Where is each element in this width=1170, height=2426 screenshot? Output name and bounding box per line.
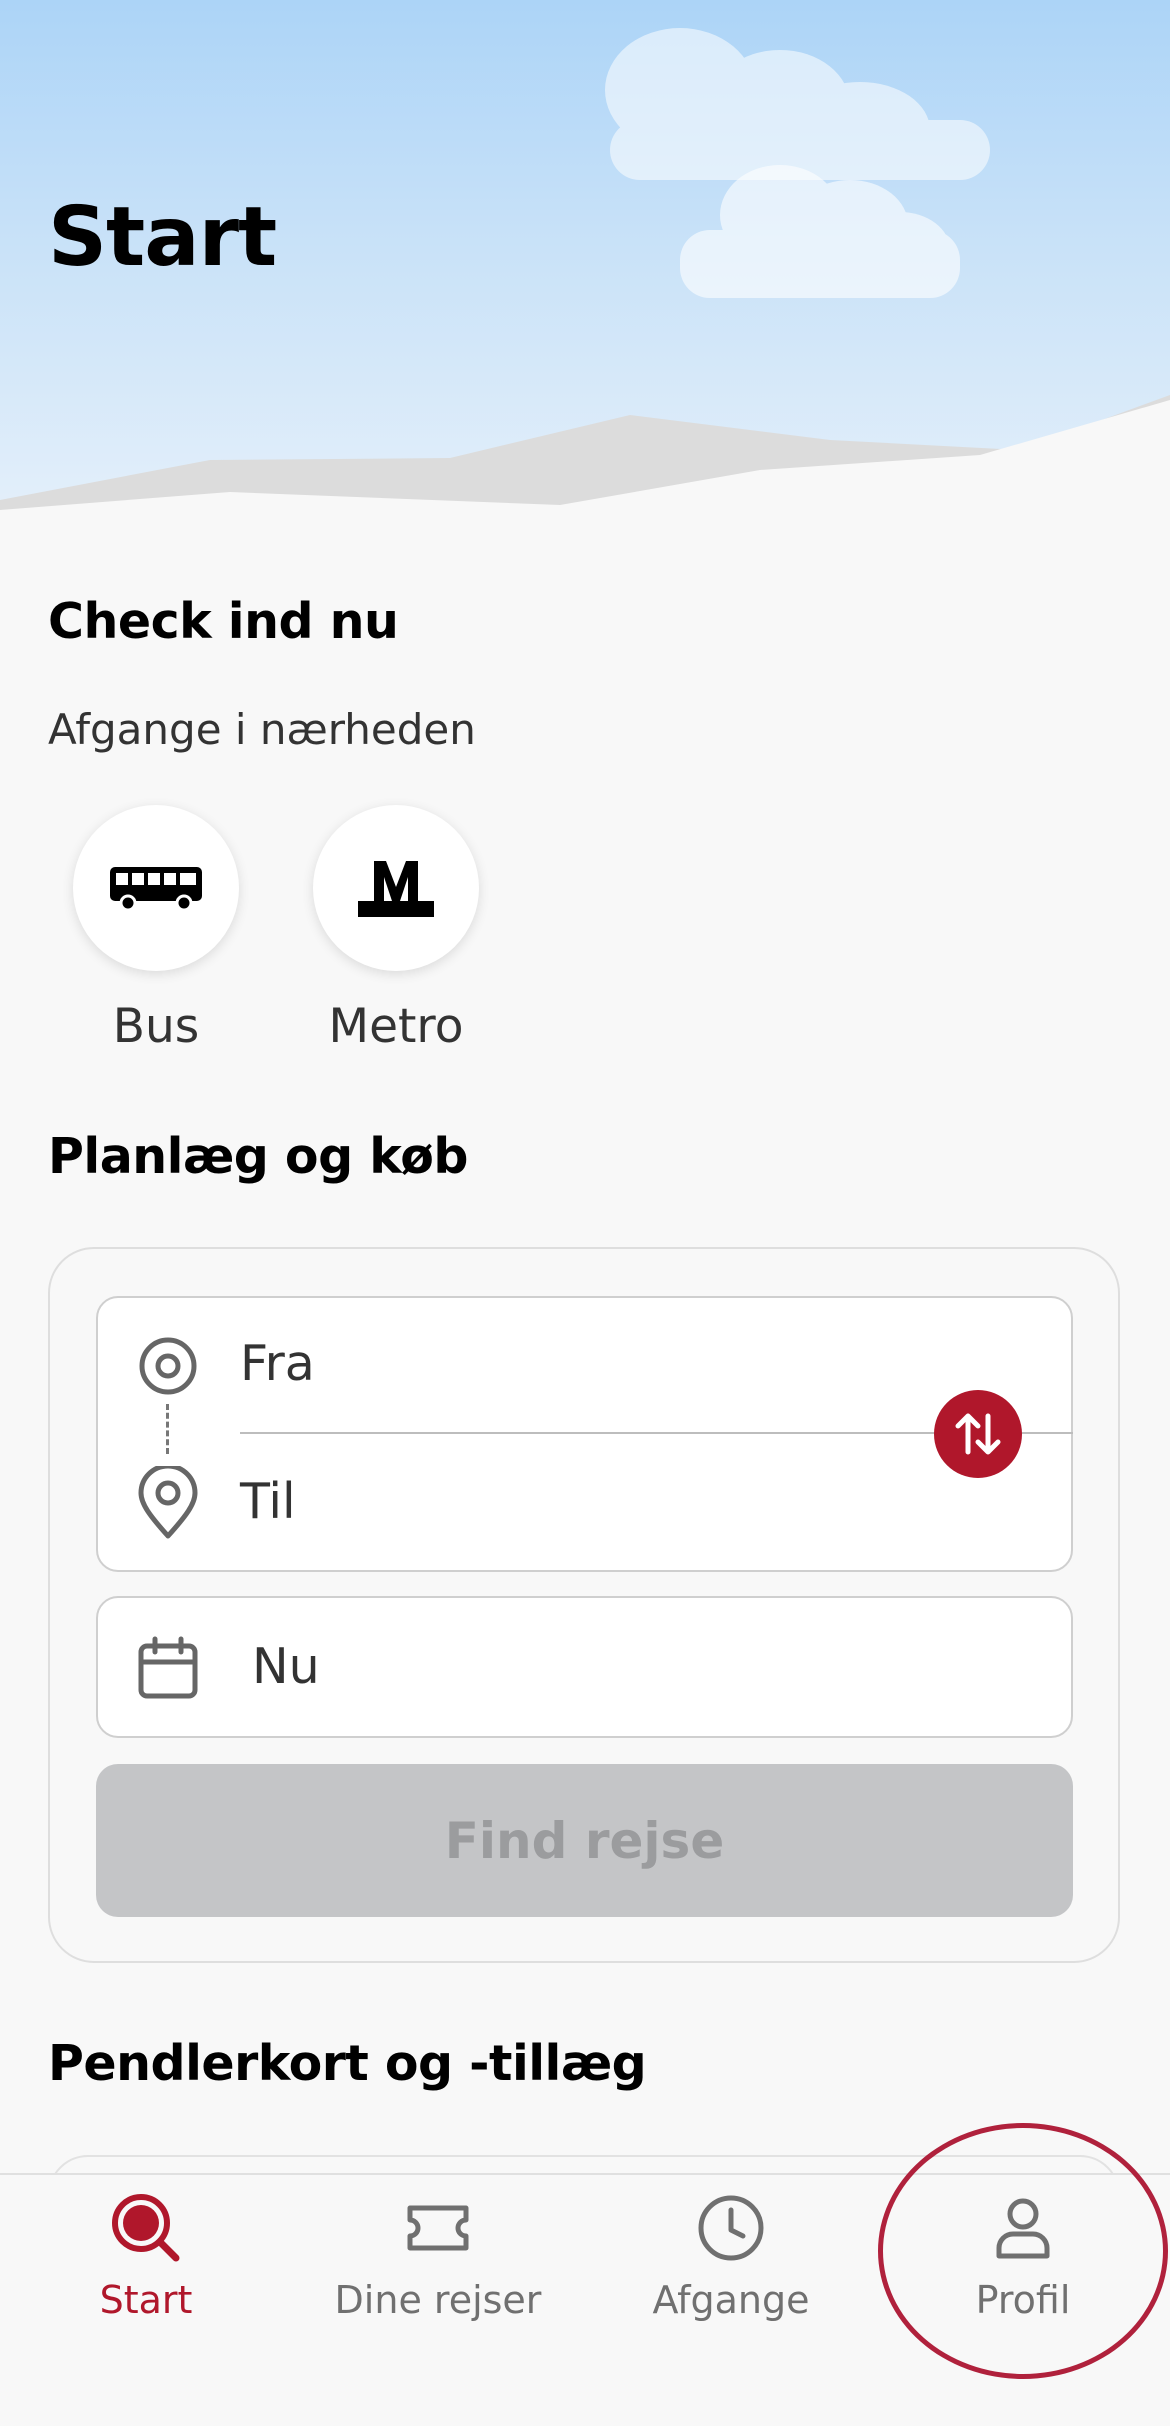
section-title-check-in: Check ind nu <box>48 593 399 650</box>
to-field[interactable]: Til <box>240 1473 890 1543</box>
metro-icon <box>358 861 434 917</box>
section-title-commuter: Pendlerkort og -tillæg <box>48 2035 647 2092</box>
tab-start[interactable]: Start <box>0 2190 292 2322</box>
departure-time-value: Nu <box>252 1638 320 1695</box>
tab-profile-label: Profil <box>975 2278 1071 2322</box>
destination-pin-icon <box>138 1466 198 1539</box>
tab-departures[interactable]: Afgange <box>585 2190 877 2322</box>
bus-label: Bus <box>112 999 200 1054</box>
tab-start-label: Start <box>99 2278 193 2322</box>
nearby-departures-subtitle: Afgange i nærheden <box>48 705 476 754</box>
bus-icon <box>110 867 202 911</box>
cloud-shape <box>680 165 960 298</box>
route-connector <box>166 1404 171 1454</box>
tab-profile[interactable]: Profil <box>877 2190 1169 2322</box>
tab-your-journeys-label: Dine rejser <box>334 2278 542 2322</box>
swap-arrows-icon <box>955 1413 1001 1455</box>
check-in-metro-button[interactable]: Metro <box>311 805 481 1054</box>
person-icon <box>996 2198 1050 2259</box>
section-title-plan: Planlæg og køb <box>48 1128 468 1185</box>
calendar-icon <box>138 1636 198 1699</box>
tab-departures-label: Afgange <box>652 2278 810 2322</box>
metro-button-circle[interactable] <box>313 805 479 971</box>
metro-label: Metro <box>328 999 464 1054</box>
departure-time-field[interactable] <box>96 1596 1073 1738</box>
clock-icon <box>698 2195 764 2261</box>
page-title: Start <box>48 190 277 285</box>
tab-your-journeys[interactable]: Dine rejser <box>292 2190 584 2322</box>
origin-icon <box>139 1337 197 1395</box>
swap-direction-button[interactable] <box>934 1390 1022 1478</box>
ticket-icon <box>407 2205 469 2251</box>
find-journey-button[interactable]: Find rejse <box>96 1764 1073 1917</box>
from-field[interactable]: Fra <box>240 1335 890 1405</box>
bus-button-circle[interactable] <box>73 805 239 971</box>
check-in-bus-button[interactable]: Bus <box>71 805 241 1054</box>
search-icon <box>112 2194 180 2262</box>
cloud-shape <box>605 28 990 180</box>
